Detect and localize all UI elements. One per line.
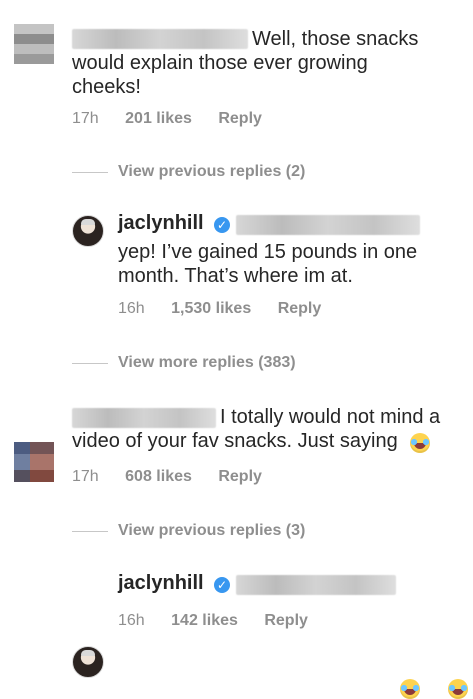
comment-text-line-2: video of your fav snacks. Just saying [72,430,398,452]
view-previous-replies-button[interactable]: View previous replies (3) [118,522,305,540]
verified-badge-icon: ✓ [214,216,231,233]
redacted-username [72,29,248,49]
verified-badge-icon: ✓ [214,576,231,593]
reply-button[interactable]: Reply [278,300,322,318]
reply-header: jaclynhill ✓ [118,572,231,595]
comment-text-line-1: Well, those snacks [252,28,419,50]
likes-count[interactable]: 1,530 likes [171,300,251,318]
avatar[interactable] [72,646,104,678]
reply-meta: 16h 142 likes Reply [118,612,330,630]
laughing-emoji-icon [410,432,431,453]
view-more-replies-button[interactable]: View more replies (383) [118,354,296,372]
likes-count[interactable]: 608 likes [125,468,192,486]
redacted-mention [236,215,420,235]
timestamp: 16h [118,612,145,629]
comment-text-line-2-row: video of your fav snacks. Just saying [72,429,431,453]
reply-header: jaclynhill ✓ [118,212,231,235]
timestamp: 16h [118,300,145,317]
divider-line [72,531,108,532]
redacted-username [72,408,216,428]
likes-count[interactable]: 142 likes [171,612,238,630]
laughing-emoji-icon [400,679,420,699]
username[interactable]: jaclynhill [118,572,204,594]
reply-text-line-1: yep! I’ve gained 15 pounds in one [118,241,418,263]
comment-text-line-2: would explain those ever growing [72,52,368,74]
likes-count[interactable]: 201 likes [125,110,192,128]
timestamp: 17h [72,468,99,485]
avatar[interactable] [14,24,54,64]
avatar[interactable] [72,215,104,247]
redacted-mention [236,575,396,595]
comment-meta: 17h 608 likes Reply [72,468,284,486]
divider-line [72,363,108,364]
reply-button[interactable]: Reply [218,468,262,486]
avatar[interactable] [14,442,54,482]
comment-meta: 17h 201 likes Reply [72,110,284,128]
timestamp: 17h [72,110,99,127]
comment-text-line-1: I totally would not mind a [220,406,441,428]
reply-meta: 16h 1,530 likes Reply [118,300,343,318]
username[interactable]: jaclynhill [118,212,204,234]
laughing-emoji-icon [448,679,469,699]
reply-button[interactable]: Reply [218,110,262,128]
reply-text-line-2: month. That’s where im at. [118,265,353,287]
comment-text-line-3: cheeks! [72,76,141,98]
view-previous-replies-button[interactable]: View previous replies (2) [118,163,305,181]
divider-line [72,172,108,173]
reply-button[interactable]: Reply [264,612,308,630]
